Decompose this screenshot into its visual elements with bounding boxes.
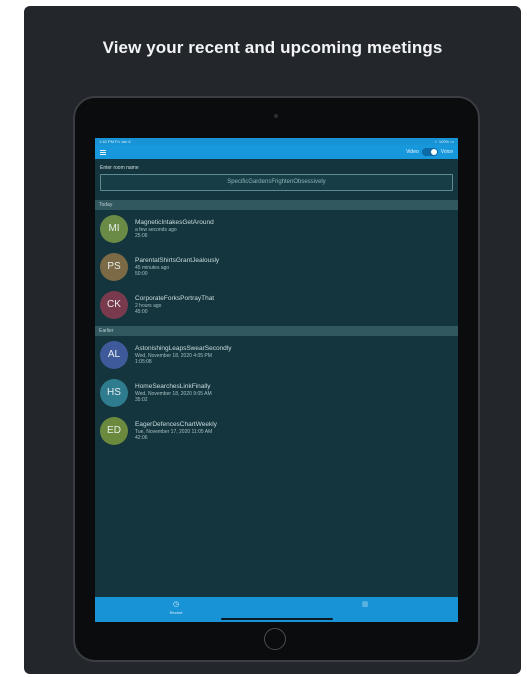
- room-name-label: Enter room name: [100, 165, 139, 171]
- headline: View your recent and upcoming meetings: [102, 38, 443, 57]
- section-header-today: Today: [95, 200, 458, 210]
- meeting-name: AstonishingLeapsSwearSecondly: [135, 344, 232, 352]
- meeting-duration: 45:00: [135, 309, 148, 315]
- mode-toggle[interactable]: [421, 148, 438, 156]
- status-battery: ✓ 100% ▭: [434, 139, 454, 144]
- tablet-frame: 1:40 PM Fri Jan 8 ✓ 100% ▭ Video Voice E…: [73, 96, 480, 662]
- meeting-duration: 50:00: [135, 271, 148, 277]
- clock-icon: ◷: [172, 601, 180, 608]
- meeting-list-item[interactable]: AL AstonishingLeapsSwearSecondly Wed, Nove…: [95, 336, 458, 374]
- tab-recent-label: Recent: [169, 610, 183, 615]
- toggle-knob: [430, 149, 437, 155]
- meeting-name: MagneticIntakesGetAround: [135, 218, 214, 226]
- meeting-list-item[interactable]: ED EagerDefencesChartWeekly Tue, November …: [95, 412, 458, 450]
- avatar: PS: [100, 253, 128, 281]
- meeting-meta: CorporateForksPortrayThat 2 hours ago 45:0…: [135, 295, 214, 316]
- meeting-name: ParentalShirtsGrantJealously: [135, 256, 220, 264]
- status-bar: 1:40 PM Fri Jan 8 ✓ 100% ▭: [95, 138, 458, 145]
- meeting-duration: 42:06: [135, 435, 148, 441]
- avatar: CK: [100, 291, 128, 319]
- avatar: ED: [100, 417, 128, 445]
- meeting-name: EagerDefencesChartWeekly: [135, 420, 217, 428]
- calendar-icon: ▦: [361, 601, 369, 608]
- meeting-meta: EagerDefencesChartWeekly Tue, November 17…: [135, 421, 217, 442]
- meeting-list-item[interactable]: MI MagneticIntakesGetAround a few seconds …: [95, 210, 458, 248]
- camera-dot: [274, 114, 278, 118]
- tab-recent[interactable]: ◷ Recent: [156, 601, 196, 615]
- video-label: Video: [406, 149, 419, 155]
- avatar: HS: [100, 379, 128, 407]
- meeting-list-item[interactable]: HS HomeSearchesLinkFinally Wed, November 1…: [95, 374, 458, 412]
- meeting-list-earlier: AL AstonishingLeapsSwearSecondly Wed, Nove…: [95, 336, 458, 450]
- avatar: MI: [100, 215, 128, 243]
- meeting-list-item[interactable]: CK CorporateForksPortrayThat 2 hours ago 45…: [95, 286, 458, 324]
- avatar: AL: [100, 341, 128, 369]
- meeting-duration: 25:06: [135, 233, 148, 239]
- video-voice-switch: Video Voice: [406, 148, 453, 156]
- tab-bar: ◷ Recent ▦: [95, 597, 458, 622]
- tab-calendar[interactable]: ▦: [345, 601, 385, 610]
- meeting-meta: HomeSearchesLinkFinally Wed, November 18,…: [135, 383, 212, 404]
- meeting-name: HomeSearchesLinkFinally: [135, 382, 211, 390]
- status-time: 1:40 PM Fri Jan 8: [99, 139, 131, 144]
- home-button[interactable]: [264, 628, 286, 650]
- voice-label: Voice: [440, 149, 453, 155]
- meeting-meta: AstonishingLeapsSwearSecondly Wed, Novemb…: [135, 345, 231, 366]
- meeting-list-item[interactable]: PS ParentalShirtsGrantJealously 45 minutes…: [95, 248, 458, 286]
- meeting-duration: 1:05:08: [135, 359, 152, 365]
- meeting-list-today: MI MagneticIntakesGetAround a few seconds …: [95, 210, 458, 324]
- meeting-name: CorporateForksPortrayThat: [135, 294, 215, 302]
- home-indicator: [221, 618, 333, 620]
- nav-bar: Video Voice: [95, 145, 458, 159]
- meeting-meta: ParentalShirtsGrantJealously 45 minutes a…: [135, 257, 219, 278]
- section-header-earlier: Earlier: [95, 326, 458, 336]
- meeting-meta: MagneticIntakesGetAround a few seconds ag…: [135, 219, 214, 240]
- meeting-duration: 35:02: [135, 397, 148, 403]
- app-screen: 1:40 PM Fri Jan 8 ✓ 100% ▭ Video Voice E…: [95, 138, 458, 622]
- promo-panel: View your recent and upcoming meetings 1…: [24, 6, 521, 674]
- menu-icon[interactable]: [100, 149, 106, 155]
- room-name-input[interactable]: SpecificGardensFrightenObsessively: [100, 174, 453, 191]
